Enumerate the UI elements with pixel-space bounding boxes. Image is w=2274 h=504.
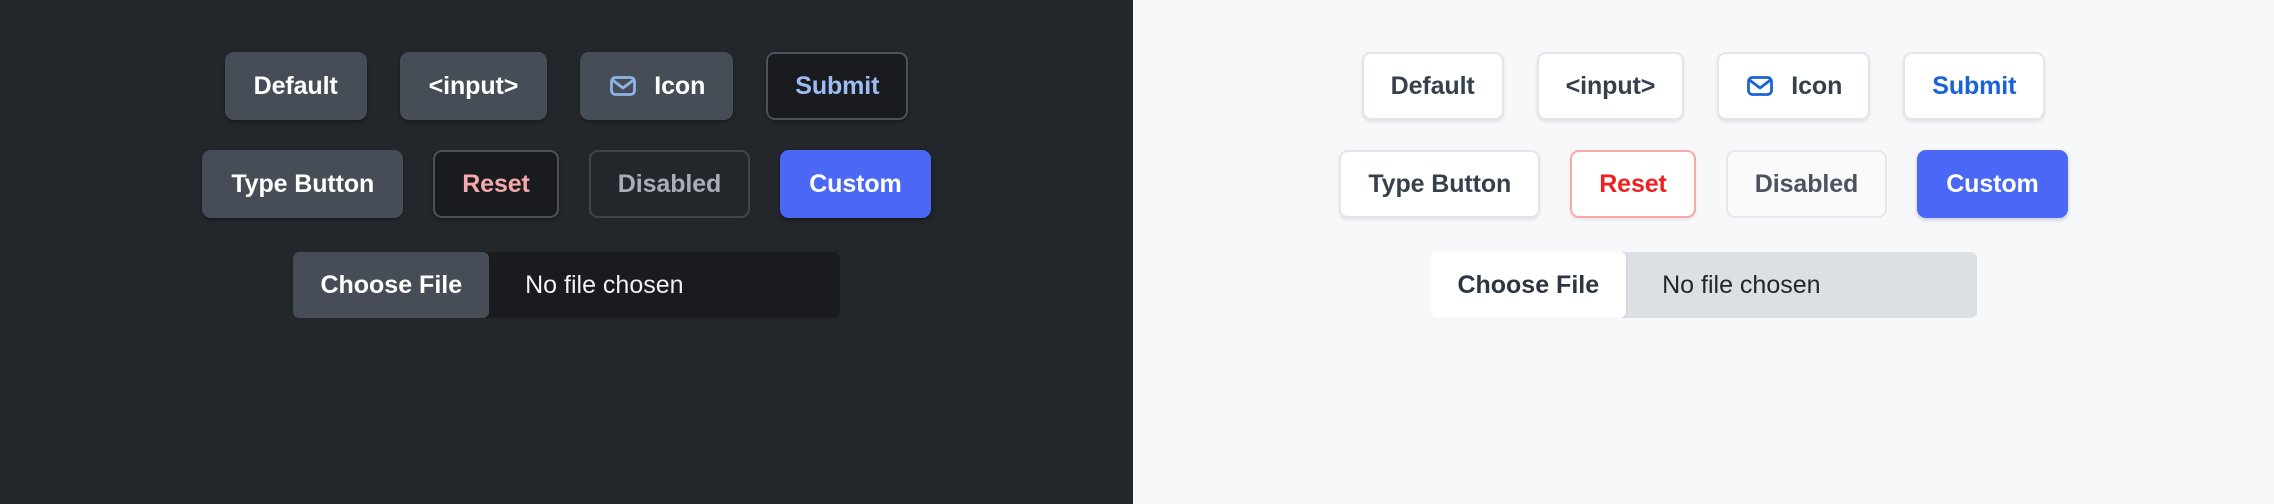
icon-button-label: Icon xyxy=(654,71,706,100)
submit-button[interactable]: Submit xyxy=(1903,52,2046,120)
icon-button[interactable]: Icon xyxy=(1717,52,1871,120)
type-button[interactable]: Type Button xyxy=(1339,150,1541,218)
light-button-row-1: Default <input> Icon Submit xyxy=(1361,52,2046,120)
file-status-text: No file chosen xyxy=(1662,270,1821,299)
default-button[interactable]: Default xyxy=(1361,52,1504,120)
custom-button[interactable]: Custom xyxy=(1917,150,2068,218)
file-input[interactable]: Choose File No file chosen xyxy=(1430,252,1977,318)
dark-button-row-2: Type Button Reset Disabled Custom xyxy=(202,150,931,218)
dark-button-row-1: Default <input> Icon Submit xyxy=(224,52,909,120)
dark-button-row-3: Choose File No file chosen xyxy=(293,252,840,318)
input-element-button[interactable]: <input> xyxy=(1536,52,1685,120)
light-theme-panel: Default <input> Icon Submit Type Button … xyxy=(1133,0,2274,504)
choose-file-button[interactable]: Choose File xyxy=(293,252,490,318)
file-field-spacer xyxy=(1857,252,1977,318)
light-button-row-3: Choose File No file chosen xyxy=(1430,252,1977,318)
file-status-text: No file chosen xyxy=(525,270,684,299)
default-button[interactable]: Default xyxy=(224,52,367,120)
submit-button[interactable]: Submit xyxy=(766,52,909,120)
button-showcase-stage: Default <input> Icon Submit Type Button … xyxy=(0,0,2274,504)
file-input[interactable]: Choose File No file chosen xyxy=(293,252,840,318)
disabled-button: Disabled xyxy=(588,150,751,218)
icon-button-label: Icon xyxy=(1791,71,1843,100)
icon-button[interactable]: Icon xyxy=(580,52,734,120)
reset-button[interactable]: Reset xyxy=(1570,150,1696,218)
reset-button[interactable]: Reset xyxy=(433,150,559,218)
file-field-spacer xyxy=(720,252,840,318)
choose-file-button[interactable]: Choose File xyxy=(1430,252,1627,318)
input-element-button[interactable]: <input> xyxy=(399,52,548,120)
disabled-button: Disabled xyxy=(1725,150,1888,218)
type-button[interactable]: Type Button xyxy=(202,150,404,218)
envelope-icon xyxy=(608,71,638,101)
light-button-row-2: Type Button Reset Disabled Custom xyxy=(1339,150,2068,218)
envelope-icon xyxy=(1745,71,1775,101)
custom-button[interactable]: Custom xyxy=(780,150,931,218)
dark-theme-panel: Default <input> Icon Submit Type Button … xyxy=(0,0,1133,504)
